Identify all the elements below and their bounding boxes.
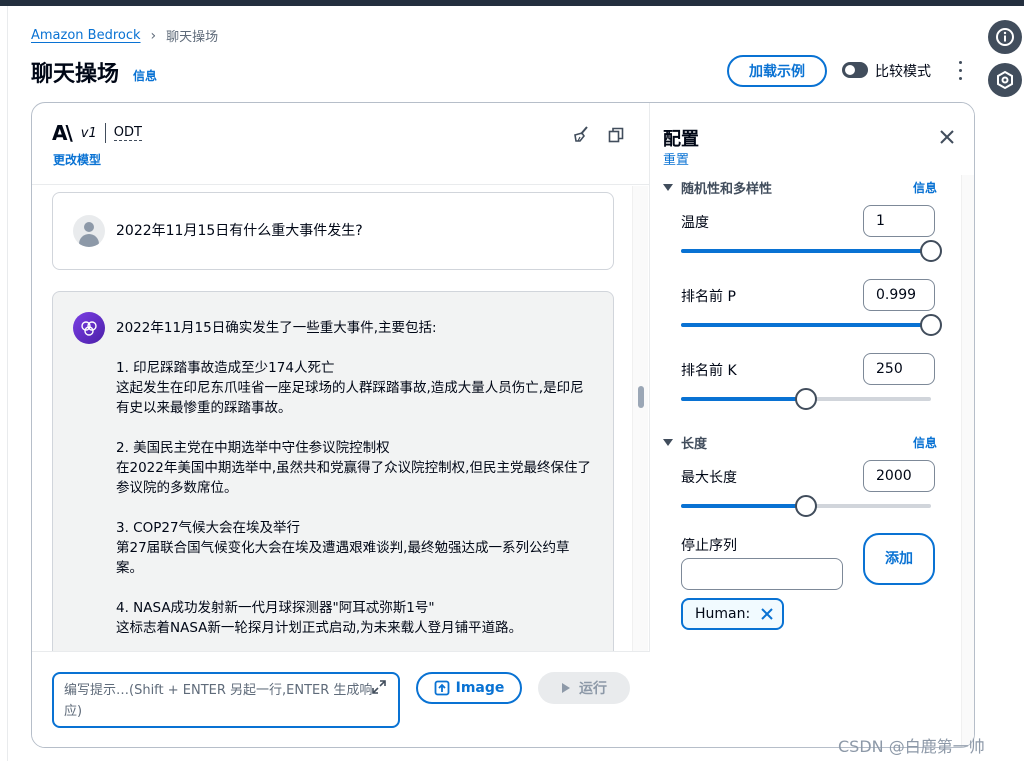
top-k-slider[interactable] [681, 388, 931, 410]
add-stop-sequence-button[interactable]: 添加 [863, 533, 935, 585]
stop-sequences-label: 停止序列 [681, 538, 737, 554]
page-info-link[interactable]: 信息 [133, 67, 157, 84]
list-item-title: 1. 印尼踩踏事故造成至少174人死亡 [116, 360, 335, 376]
remove-token-close-icon[interactable] [760, 607, 774, 621]
max-length-slider[interactable] [681, 495, 931, 517]
slider-fill [681, 504, 806, 508]
chat-header: A\ v1 ODT 更改模型 [32, 103, 650, 185]
list-item-title: 3. COP27气候大会在埃及举行 [116, 520, 301, 536]
temperature-input[interactable]: 1 [863, 205, 935, 237]
top-p-input[interactable]: 0.999 [863, 279, 935, 311]
image-upload-button[interactable]: Image [416, 672, 522, 704]
prompt-composer: 编写提示…(Shift + ENTER 另起一行,ENTER 生成响应) Ima… [32, 651, 650, 747]
ai-message-text: 2022年11月15日确实发生了一些重大事件,主要包括: 1. 印尼踩踏事故造成… [116, 318, 596, 651]
list-item-body: 这起发生在印尼东爪哇省一座足球场的人群踩踏事故,造成大量人员伤亡,是印尼有史以来… [116, 380, 584, 416]
configuration-panel: 配置 重置 随机性和多样性 信息 温度 1 排名前 P 0.999 排名前 K … [651, 103, 974, 747]
section-length-title: 长度 [681, 437, 708, 452]
section-randomness-toggle[interactable]: 随机性和多样性 [663, 178, 772, 197]
list-item-body: 这标志着NASA新一轮探月计划正式启动,为未来载人登月铺平道路。 [116, 620, 523, 636]
image-button-label: Image [455, 680, 505, 696]
ai-brain-avatar-icon [73, 312, 105, 344]
hexagon-settings-icon[interactable] [988, 63, 1022, 97]
chat-scrollbar[interactable] [632, 186, 648, 651]
model-version-logo: v1 [80, 125, 97, 141]
model-odt-label: ODT [113, 125, 142, 141]
section-randomness-title: 随机性和多样性 [681, 182, 773, 197]
compare-mode-label: 比较模式 [875, 64, 931, 80]
play-icon [562, 683, 570, 693]
caret-down-icon [663, 439, 673, 446]
list-item: 1. 印尼踩踏事故造成至少174人死亡 这起发生在印尼东爪哇省一座足球场的人群踩… [116, 358, 596, 418]
list-item: 4. NASA成功发射新一代月球探测器"阿耳忒弥斯1号" 这标志着NASA新一轮… [116, 598, 596, 638]
chat-message-list[interactable]: 2022年11月15日有什么重大事件发生? 2022年11月15日确实发生了一些… [32, 186, 650, 651]
ai-intro: 2022年11月15日确实发生了一些重大事件,主要包括: [116, 320, 437, 336]
copy-icon[interactable] [608, 127, 624, 143]
max-length-input[interactable]: 2000 [863, 460, 935, 492]
expand-icon[interactable] [372, 680, 386, 694]
breadcrumb-current: 聊天操场 [166, 30, 219, 45]
randomness-info-link[interactable]: 信息 [913, 179, 937, 196]
slider-fill [681, 397, 806, 401]
change-model-link[interactable]: 更改模型 [53, 151, 101, 168]
breadcrumb-amazon-bedrock[interactable]: Amazon Bedrock [31, 28, 141, 43]
list-item-body: 在2022年美国中期选举中,虽然共和党赢得了众议院控制权,但民主党最终保住了参议… [116, 460, 591, 496]
list-item: 3. COP27气候大会在埃及举行 第27届联合国气候变化大会在埃及遭遇艰难谈判… [116, 518, 596, 578]
temperature-slider[interactable] [681, 240, 942, 262]
chevron-right-icon: › [150, 27, 157, 44]
toggle-knob [845, 65, 855, 75]
stop-sequence-token: Human: [681, 598, 785, 630]
close-icon[interactable] [939, 129, 955, 145]
load-examples-button[interactable]: 加载示例 [727, 55, 827, 87]
stop-sequence-input[interactable] [681, 558, 843, 590]
config-title: 配置 [663, 129, 699, 150]
temperature-label: 温度 [681, 215, 709, 231]
list-item-title: 4. NASA成功发射新一代月球探测器"阿耳忒弥斯1号" [116, 600, 435, 616]
slider-thumb[interactable] [795, 388, 817, 410]
list-item-body: 第27届联合国气候变化大会在埃及遭遇艰难谈判,最终勉强达成一系列公约草案。 [116, 540, 570, 576]
top-p-label: 排名前 P [681, 289, 736, 305]
top-p-slider[interactable] [681, 314, 942, 336]
section-length-toggle[interactable]: 长度 [663, 433, 707, 452]
max-length-label: 最大长度 [681, 470, 737, 486]
playground-container: A\ v1 ODT 更改模型 2022年11月15日有什么重大事件发生? 202… [31, 102, 975, 748]
side-navigation-rail [0, 6, 8, 761]
top-k-label: 排名前 K [681, 363, 737, 379]
length-info-link[interactable]: 信息 [913, 434, 937, 451]
run-button[interactable]: 运行 [538, 672, 630, 704]
prompt-input[interactable]: 编写提示…(Shift + ENTER 另起一行,ENTER 生成响应) [52, 672, 400, 728]
breadcrumb: Amazon Bedrock › 聊天操场 [31, 26, 219, 46]
model-logos: A\ v1 ODT [52, 121, 142, 145]
page-title: 聊天操场 [31, 62, 120, 87]
list-item: 2. 美国民主党在中期选举中守住参议院控制权 在2022年美国中期选举中,虽然共… [116, 438, 596, 498]
more-options-icon[interactable] [952, 58, 968, 82]
chat-scrollbar-thumb[interactable] [638, 386, 644, 408]
info-panel-icon[interactable] [988, 20, 1022, 54]
watermark-text: CSDN @白鹿第一帅 [838, 737, 985, 756]
user-message-card: 2022年11月15日有什么重大事件发生? [52, 192, 614, 270]
logo-divider [104, 123, 106, 143]
clear-chat-broom-icon[interactable] [572, 125, 590, 143]
run-button-label: 运行 [579, 681, 607, 697]
caret-down-icon [663, 184, 673, 191]
upload-image-icon [434, 680, 450, 696]
slider-fill [681, 249, 931, 253]
slider-thumb[interactable] [919, 314, 942, 336]
config-scrollbar[interactable] [961, 175, 974, 747]
top-navigation-bar [0, 0, 1024, 6]
compare-mode-toggle[interactable] [842, 62, 868, 78]
token-label: Human: [695, 606, 751, 622]
user-message-text: 2022年11月15日有什么重大事件发生? [116, 223, 363, 239]
slider-thumb[interactable] [920, 240, 942, 262]
slider-thumb[interactable] [795, 495, 817, 517]
list-item-title: 2. 美国民主党在中期选举中守住参议院控制权 [116, 440, 390, 456]
ai-message-card: 2022年11月15日确实发生了一些重大事件,主要包括: 1. 印尼踩踏事故造成… [52, 291, 614, 651]
top-k-input[interactable]: 250 [863, 353, 935, 385]
chat-pane: A\ v1 ODT 更改模型 2022年11月15日有什么重大事件发生? 202… [32, 103, 650, 747]
reset-link[interactable]: 重置 [663, 149, 689, 168]
slider-fill [681, 323, 931, 327]
anthropic-logo: A\ [52, 121, 73, 145]
user-avatar-icon [73, 215, 105, 247]
